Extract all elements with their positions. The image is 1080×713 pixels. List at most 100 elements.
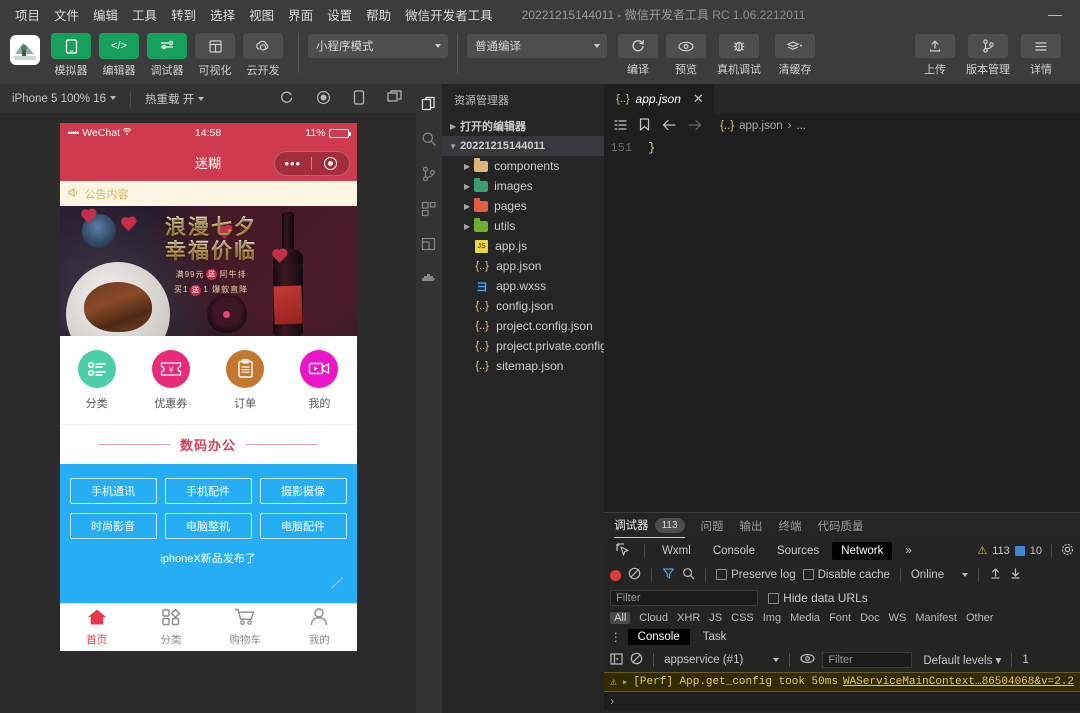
resize-handle[interactable]: [329, 575, 343, 590]
type-filter-xhr[interactable]: XHR: [677, 612, 700, 624]
warning-count[interactable]: 113: [992, 545, 1010, 557]
menu-item-tools[interactable]: 工具: [125, 1, 164, 28]
toolbar-simulator-button[interactable]: 模拟器: [49, 33, 93, 78]
source-control-icon[interactable]: [416, 163, 442, 185]
console-levels-select[interactable]: Default levels ▾: [923, 653, 1001, 667]
throttling-select[interactable]: Online: [911, 569, 969, 581]
debugger-tab-debugger[interactable]: 调试器 113: [614, 513, 685, 538]
capsule-close-icon[interactable]: [312, 157, 349, 170]
devtools-settings-icon[interactable]: [1061, 543, 1074, 559]
type-filter-cloud[interactable]: Cloud: [639, 612, 668, 624]
quick-entry-category[interactable]: 分类: [60, 349, 134, 411]
console-log-entry[interactable]: ⚠ ▸ [Perf] App.get_config took 50ms WASe…: [604, 672, 1080, 692]
type-filter-other[interactable]: Other: [966, 612, 994, 624]
type-filter-img[interactable]: Img: [763, 612, 781, 624]
quick-entry-order[interactable]: 订单: [208, 349, 282, 411]
drawer-tab-console[interactable]: Console: [627, 629, 690, 645]
rotate-icon[interactable]: [353, 89, 365, 108]
menu-item-help[interactable]: 帮助: [359, 1, 398, 28]
export-har-icon[interactable]: [1009, 567, 1022, 583]
devtools-tab-sources[interactable]: Sources: [768, 542, 828, 560]
compile-button[interactable]: 编译: [615, 33, 661, 77]
search-icon[interactable]: [682, 567, 695, 583]
type-filter-manifest[interactable]: Manifest: [915, 612, 957, 624]
menu-item-devtools[interactable]: 微信开发者工具: [398, 1, 500, 28]
upload-button[interactable]: 上传: [912, 33, 958, 77]
info-count[interactable]: 10: [1030, 545, 1042, 557]
type-filter-font[interactable]: Font: [829, 612, 851, 624]
console-log-source[interactable]: WAServiceMainContext…86504068&v=2.2: [843, 676, 1074, 688]
forward-arrow-icon[interactable]: [688, 119, 702, 134]
promo-banner[interactable]: 浪漫七夕 幸福价临 满99元送阿牛排 买1 送 1 爆款直降: [59, 206, 357, 336]
menu-item-view[interactable]: 视图: [242, 1, 281, 28]
inspect-element-icon[interactable]: [610, 542, 636, 559]
extensions-icon[interactable]: [416, 198, 442, 220]
category-button[interactable]: 摄影摄像: [259, 478, 347, 504]
refresh-icon[interactable]: [279, 90, 294, 108]
filter-icon[interactable]: [662, 567, 675, 583]
record-icon[interactable]: [610, 569, 622, 581]
preview-button[interactable]: 预览: [663, 33, 709, 77]
code-editor[interactable]: 151 }: [604, 138, 1080, 512]
type-filter-all[interactable]: All: [610, 611, 631, 624]
menu-item-goto[interactable]: 转到: [164, 1, 203, 28]
toolbar-debugger-button[interactable]: 调试器: [145, 33, 189, 78]
menu-item-select[interactable]: 选择: [203, 1, 242, 28]
tab-category[interactable]: 分类: [134, 604, 208, 651]
close-icon[interactable]: ✕: [693, 91, 704, 107]
console-filter-input[interactable]: Filter: [822, 652, 913, 668]
category-button[interactable]: 手机通讯: [69, 478, 157, 504]
devtools-tab-wxml[interactable]: Wxml: [653, 542, 700, 560]
editor-icon[interactable]: [416, 233, 442, 255]
console-sidebar-icon[interactable]: [610, 652, 623, 668]
devtools-tab-network[interactable]: Network: [832, 541, 893, 560]
mode-select[interactable]: 小程序模式: [308, 34, 448, 58]
window-icon[interactable]: [387, 90, 402, 107]
devtools-more-tabs[interactable]: »: [896, 542, 920, 560]
search-icon[interactable]: [416, 128, 442, 150]
quick-entry-coupon[interactable]: ¥ 优惠券: [134, 349, 208, 411]
menu-item-edit[interactable]: 编辑: [86, 1, 125, 28]
menu-item-settings[interactable]: 设置: [320, 1, 359, 28]
compile-select[interactable]: 普通编译: [467, 34, 607, 58]
console-issue-count[interactable]: 1: [1022, 654, 1028, 666]
back-arrow-icon[interactable]: [662, 119, 676, 134]
toolbar-visual-button[interactable]: 可视化: [193, 33, 237, 78]
breadcrumb[interactable]: {..} app.json › ...: [720, 120, 806, 132]
type-filter-ws[interactable]: WS: [889, 612, 907, 624]
category-button[interactable]: 电脑配件: [259, 513, 347, 539]
category-button[interactable]: 电脑整机: [164, 513, 252, 539]
clear-icon[interactable]: [628, 567, 641, 583]
minimize-button[interactable]: —: [1040, 0, 1070, 28]
tab-home[interactable]: 首页: [60, 604, 134, 651]
disable-cache-checkbox[interactable]: Disable cache: [802, 569, 890, 581]
clear-cache-button[interactable]: 清缓存: [769, 33, 821, 77]
quick-entry-mine[interactable]: 我的: [282, 349, 356, 411]
type-filter-doc[interactable]: Doc: [860, 612, 880, 624]
drawer-menu-icon[interactable]: ⋮: [610, 630, 621, 644]
expand-icon[interactable]: ▸: [622, 675, 629, 689]
files-icon[interactable]: [416, 93, 442, 115]
tab-cart[interactable]: 购物车: [208, 604, 282, 651]
type-filter-media[interactable]: Media: [790, 612, 820, 624]
type-filter-css[interactable]: CSS: [731, 612, 754, 624]
category-button[interactable]: 时尚影音: [69, 513, 157, 539]
console-clear-icon[interactable]: [630, 652, 643, 668]
tab-mine[interactable]: 我的: [282, 604, 356, 651]
console-context-select[interactable]: appservice (#1): [664, 654, 780, 666]
devtools-tab-console[interactable]: Console: [704, 542, 764, 560]
cloud-docker-icon[interactable]: [416, 268, 442, 290]
debugger-tab-code-quality[interactable]: 代码质量: [818, 513, 864, 538]
console-eye-icon[interactable]: [800, 653, 815, 667]
real-device-debug-button[interactable]: 真机调试: [711, 33, 767, 77]
debugger-tab-output[interactable]: 输出: [740, 513, 763, 538]
console-prompt[interactable]: ›: [604, 692, 1080, 710]
category-button[interactable]: 手机配件: [164, 478, 252, 504]
hide-data-urls-checkbox[interactable]: Hide data URLs: [768, 591, 868, 605]
wechat-capsule[interactable]: •••: [273, 151, 350, 176]
notice-bar[interactable]: 公告内容: [59, 181, 357, 206]
editor-tab-app-json[interactable]: {..} app.json ✕: [604, 84, 715, 114]
toolbar-cloud-button[interactable]: 云开发: [241, 33, 285, 78]
menu-item-interface[interactable]: 界面: [281, 1, 320, 28]
network-filter-input[interactable]: Filter: [610, 590, 759, 606]
